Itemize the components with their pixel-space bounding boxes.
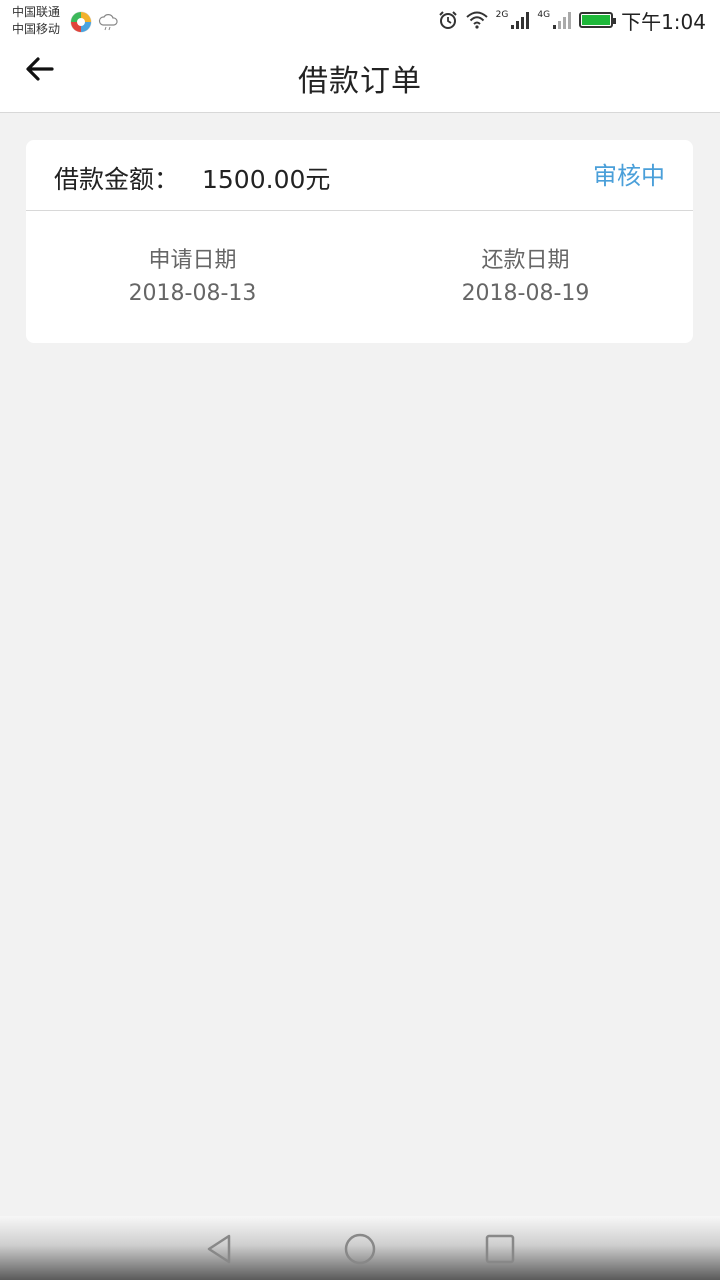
- status-badge: 审核中: [593, 162, 665, 190]
- signal-2g-icon: 2G: [496, 11, 530, 29]
- amount-value: 1500.00元: [202, 165, 331, 194]
- back-triangle-icon: [207, 1234, 231, 1264]
- weather-cloud-icon: [98, 14, 118, 31]
- repay-date-label: 还款日期: [481, 248, 570, 273]
- network-type-2g: 2G: [495, 10, 509, 20]
- apply-date-block: 申请日期 2018-08-13: [26, 244, 359, 310]
- system-nav-bar: [0, 1216, 720, 1280]
- battery-fill: [582, 15, 611, 25]
- wifi-icon: [466, 11, 488, 29]
- carrier-info: 中国联通 中国移动: [12, 4, 60, 38]
- apply-date-value: 2018-08-13: [128, 281, 257, 306]
- status-bar: 中国联通 中国移动 2G 4G 下午1:04: [0, 0, 720, 40]
- signal-4g-icon: 4G: [537, 10, 572, 29]
- battery-icon: [579, 12, 617, 28]
- apply-date-label: 申请日期: [148, 248, 237, 273]
- page-title: 借款订单: [298, 64, 422, 99]
- nav-home-button[interactable]: [343, 1232, 377, 1266]
- loan-order-card[interactable]: 借款金额： 1500.00元 审核中 申请日期 2018-08-13 还款日期 …: [26, 140, 693, 343]
- order-dates: 申请日期 2018-08-13 还款日期 2018-08-19: [26, 211, 693, 343]
- carrier-unicom: 中国联通: [12, 5, 61, 19]
- notification-icons: [70, 11, 120, 33]
- network-type-4g: 4G: [537, 10, 551, 20]
- home-circle-icon: [344, 1233, 376, 1265]
- system-status: 2G 4G 下午1:04: [438, 8, 706, 34]
- nav-back-button[interactable]: [203, 1232, 237, 1266]
- app-bar: 借款订单: [0, 40, 720, 113]
- alarm-icon: [438, 11, 457, 29]
- nav-recents-button[interactable]: [483, 1232, 517, 1266]
- recents-square-icon: [485, 1234, 515, 1264]
- order-header: 借款金额： 1500.00元 审核中: [26, 140, 693, 211]
- app-logo-icon: [70, 11, 92, 33]
- clock: 下午1:04: [621, 9, 706, 34]
- repay-date-value: 2018-08-19: [461, 281, 590, 306]
- repay-date-block: 还款日期 2018-08-19: [359, 244, 692, 310]
- carrier-mobile: 中国移动: [12, 22, 61, 36]
- amount-label: 借款金额：: [54, 165, 180, 194]
